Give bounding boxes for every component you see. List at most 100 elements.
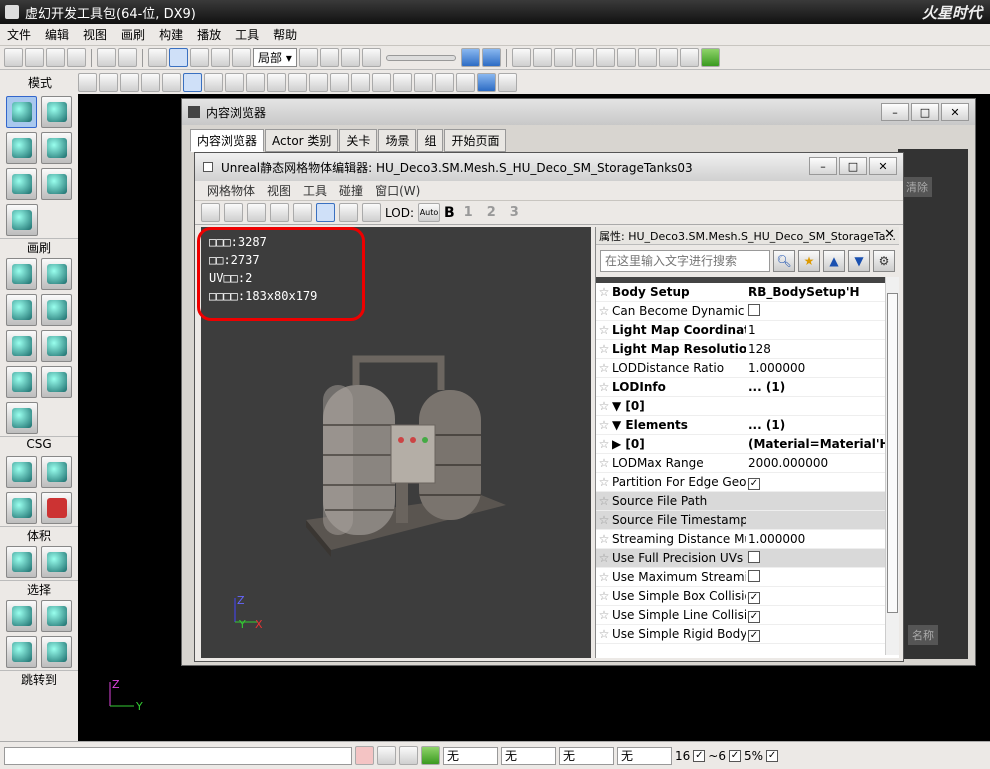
scale-snap-value[interactable]: 5% [744,749,763,763]
csg-deintersect-button[interactable] [41,492,72,524]
lod-2-button[interactable]: 2 [482,205,501,220]
property-row[interactable]: ☆ Use Simple Rigid Body C ✓ [596,625,899,644]
property-row[interactable]: ☆Use Maximum Streaming [596,568,899,587]
property-row[interactable]: ☆ Partition For Edge Geom ✓ [596,473,899,492]
check-status-icon[interactable] [421,746,440,765]
bounds-icon[interactable] [270,203,289,222]
show-all-button[interactable] [41,636,72,668]
tab-content-browser[interactable]: 内容浏览器 [190,129,265,152]
texture-density-icon[interactable] [288,72,307,92]
property-row[interactable]: ☆ Light Map Coordinate 1 [596,321,899,340]
favorite-star-icon[interactable]: ☆ [596,342,612,356]
actor-icon[interactable] [435,72,454,92]
cylinder-brush-button[interactable] [41,294,72,326]
menu-build[interactable]: 构建 [152,26,190,43]
menu-view[interactable]: 视图 [261,182,297,199]
property-row[interactable]: ☆ LODMax Range 2000.000000 [596,454,899,473]
property-row[interactable]: ☆ LODInfo ... (1) [596,378,899,397]
mesh-paint-button[interactable] [41,168,72,200]
grid-size-value[interactable]: 16 [675,749,690,763]
kismet-icon[interactable] [319,48,339,67]
property-row[interactable]: ☆ ▶ [0] (Material=Material'HU [596,435,899,454]
redo-icon[interactable] [118,48,137,67]
texture-mode-button[interactable] [6,168,37,200]
favorite-star-icon[interactable]: ☆ [596,570,612,584]
tab-scene[interactable]: 场景 [378,129,417,152]
menu-tools[interactable]: 工具 [297,182,333,199]
favorite-star-icon[interactable]: ☆ [596,494,612,508]
matinee-icon[interactable] [361,48,381,67]
favorite-star-icon[interactable]: ☆ [596,456,612,470]
socket-icon[interactable] [201,203,220,222]
texture-toggle-icon[interactable] [362,203,381,222]
menu-collision[interactable]: 碰撞 [333,182,369,199]
dropdown-arrow-icon[interactable] [78,72,97,92]
property-value[interactable]: (Material=Material'HU [746,437,899,451]
menu-help[interactable]: 帮助 [266,26,304,43]
build-geometry-icon[interactable] [511,48,531,67]
angle-snap-value[interactable]: ~6 [708,749,726,763]
move-icon[interactable] [169,48,188,67]
camera-mode-button[interactable] [6,96,37,128]
play-icon[interactable] [700,48,720,67]
property-checkbox[interactable]: ✓ [748,477,760,490]
favorite-star-icon[interactable]: ☆ [596,513,612,527]
monitor-icon[interactable] [679,48,699,67]
minimize-button[interactable]: – [881,103,909,121]
spiral-stairs-button[interactable] [6,366,37,398]
build-paths-icon[interactable] [553,48,573,67]
g-icon[interactable] [351,72,370,92]
property-value[interactable]: ... (1) [746,418,899,432]
lock-status-icon[interactable] [399,746,418,765]
property-row[interactable]: ☆ Streaming Distance Mult 1.000000 [596,530,899,549]
eye-toggle-icon[interactable] [339,203,358,222]
maximize-viewport-icon[interactable] [498,72,517,92]
csg-add-button[interactable] [6,456,37,488]
generic-browser-icon[interactable] [481,48,501,67]
property-value[interactable] [746,550,899,566]
menu-play[interactable]: 播放 [190,26,228,43]
lod-3-button[interactable]: 3 [505,205,524,220]
p-icon[interactable] [99,72,118,92]
coordinate-system-dropdown[interactable]: 局部 ▾ [253,48,297,67]
hide-selected-button[interactable] [41,600,72,632]
play-viewport-icon[interactable] [477,72,496,92]
favorite-star-icon[interactable]: ☆ [596,551,612,565]
clear-button[interactable]: 清除 [902,177,932,197]
favorite-star-icon[interactable]: ☆ [596,285,612,299]
undo-icon[interactable] [97,48,116,67]
lightbulb-icon[interactable] [616,48,636,67]
properties-scrollbar[interactable] [885,277,899,655]
mesh-maximize-button[interactable]: □ [839,157,867,175]
detail-lighting-icon[interactable] [225,72,244,92]
favorite-star-icon[interactable]: ★ [798,250,820,272]
content-browser-asset-area[interactable]: 清除 名称 [898,149,968,659]
properties-search-input[interactable] [600,250,770,272]
collapse-up-icon[interactable]: ▲ [823,250,845,272]
menu-mesh[interactable]: 网格物体 [201,182,261,199]
build-cover-icon[interactable] [574,48,594,67]
property-value[interactable]: 2000.000000 [746,456,899,470]
k-icon[interactable] [340,48,360,67]
open-file-icon[interactable] [25,48,44,67]
mesh-close-button[interactable]: ✕ [869,157,897,175]
rotate-icon[interactable] [190,48,209,67]
uv-icon[interactable] [224,203,243,222]
expand-down-icon[interactable]: ▼ [848,250,870,272]
favorite-star-icon[interactable]: ☆ [596,304,612,318]
select-invert-button[interactable] [6,636,37,668]
square-icon[interactable] [456,72,475,92]
property-row[interactable]: ☆ Source File Path [596,492,899,511]
light-complexity-icon[interactable] [267,72,286,92]
favorite-star-icon[interactable]: ☆ [596,418,612,432]
favorite-star-icon[interactable]: ☆ [596,589,612,603]
lod-auto-button[interactable]: Auto [418,203,440,222]
favorite-star-icon[interactable]: ☆ [596,475,612,489]
property-checkbox[interactable]: ✓ [748,591,760,604]
terrain-mode-button[interactable] [6,132,37,164]
wireframe-icon[interactable] [141,72,160,92]
binoculars-icon[interactable] [298,48,318,67]
property-row[interactable]: ☆ Can Become Dynamic [596,302,899,321]
sheet-brush-button[interactable] [41,330,72,362]
property-row[interactable]: ☆ Light Map Resolution 128 [596,340,899,359]
